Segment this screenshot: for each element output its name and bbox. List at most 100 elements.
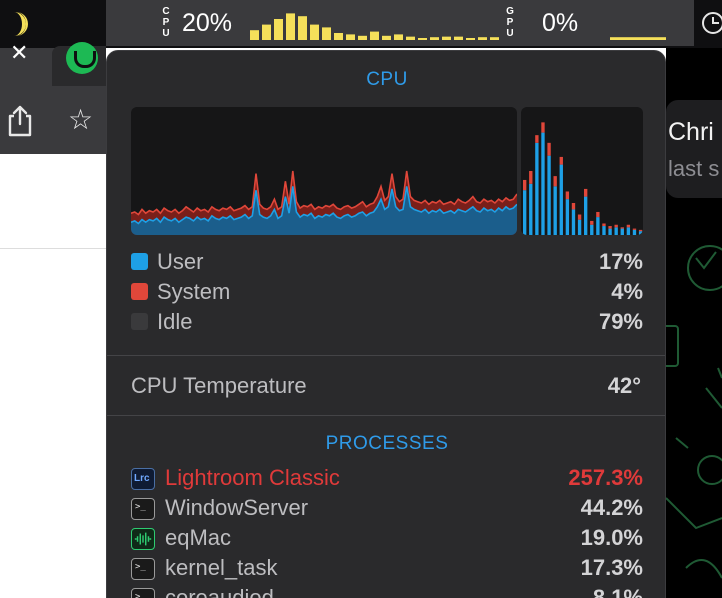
cpu-temperature-label: CPU Temperature <box>131 373 307 398</box>
core-system-bar <box>541 122 545 133</box>
core-user-bar <box>535 142 539 235</box>
core-user-bar <box>559 164 563 235</box>
core-system-bar <box>596 211 600 218</box>
cpu-spark-bar <box>430 37 439 40</box>
core-system-bar <box>632 228 637 230</box>
notification-card[interactable] <box>666 100 722 198</box>
core-user-bar <box>590 224 594 235</box>
gpu-spark-bar <box>626 37 634 40</box>
process-cpu-value: 17.3% <box>580 555 643 580</box>
cpu-spark-bar <box>286 13 295 40</box>
process-row-lightroom[interactable]: Lrc Lightroom Classic 257.3% <box>131 465 643 495</box>
cpu-spark-bar <box>250 30 259 40</box>
core-system-bar <box>620 227 624 229</box>
cpu-sparkline <box>250 13 499 40</box>
core-system-bar <box>559 156 563 165</box>
process-row-windowserver[interactable]: >_ WindowServer 44.2% <box>131 495 643 525</box>
cpu-section-title: CPU <box>366 69 408 90</box>
core-user-bar <box>596 217 600 235</box>
core-user-bar <box>529 183 533 235</box>
legend-idle: Idle 79% <box>131 309 643 335</box>
process-row-eqmac[interactable]: eqMac 19.0% <box>131 525 643 555</box>
gpu-spark-bar <box>642 37 650 40</box>
tab-favicon-icon <box>66 42 98 74</box>
core-system-bar <box>590 220 594 225</box>
core-user-bar <box>584 196 588 235</box>
system-swatch <box>131 283 148 300</box>
core-system-bar <box>638 229 643 232</box>
moon-icon[interactable] <box>12 10 34 38</box>
cpu-history-chart <box>131 107 517 235</box>
core-user-bar <box>547 155 551 235</box>
process-row-coreaudiod[interactable]: >_ coreaudiod 8.1% <box>131 585 643 598</box>
cpu-spark-bar <box>346 34 355 40</box>
wallpaper-doodles <box>666 245 722 579</box>
cpu-spark-bar <box>418 38 427 40</box>
cpu-spark-bar <box>406 36 415 40</box>
cpu-spark-bar <box>322 27 331 40</box>
cpu-spark-bar <box>262 24 271 40</box>
gpu-vertical-label: G P U <box>506 6 514 39</box>
cpu-temperature-value: 42° <box>607 373 641 398</box>
cpu-spark-bar <box>358 35 367 40</box>
process-name: eqMac <box>165 525 232 550</box>
cpu-spark-bar <box>466 38 475 40</box>
idle-swatch <box>131 313 148 330</box>
star-icon[interactable]: ☆ <box>68 104 93 136</box>
process-name: Lightroom Classic <box>165 465 340 490</box>
notification-title: Chri <box>668 118 714 146</box>
cpu-spark-bar <box>298 16 307 40</box>
core-system-bar <box>571 203 576 210</box>
process-cpu-value: 19.0% <box>580 525 643 550</box>
core-system-bar <box>577 214 582 220</box>
web-page-content <box>0 154 106 598</box>
legend-value: 4% <box>611 279 643 304</box>
core-user-bar <box>523 190 527 235</box>
terminal-icon: >_ <box>131 498 155 520</box>
core-user-bar <box>602 226 606 235</box>
legend-value: 79% <box>598 309 643 334</box>
gpu-sparkline <box>610 37 666 40</box>
cpu-stats-popup: CPU User 17% System 4% Idle 79% CPU Temp… <box>106 50 666 598</box>
process-row-kernel-task[interactable]: >_ kernel_task 17.3% <box>131 555 643 585</box>
cpu-spark-bar <box>490 37 499 40</box>
gpu-spark-bar <box>658 37 666 40</box>
core-user-bar <box>565 199 570 235</box>
cpu-vertical-label: C P U <box>162 6 170 39</box>
cpu-spark-bar <box>310 24 319 40</box>
user-swatch <box>131 253 148 270</box>
terminal-icon: >_ <box>131 588 155 598</box>
cpu-cores-chart <box>521 107 643 235</box>
share-icon[interactable] <box>6 104 34 138</box>
clock-icon[interactable] <box>702 12 722 34</box>
core-system-bar <box>584 188 588 197</box>
cpu-percent: 20% <box>182 9 233 37</box>
core-user-bar <box>541 132 545 235</box>
cpu-spark-bar <box>334 33 343 40</box>
core-user-bar <box>626 227 631 235</box>
stats-menubar-widget[interactable]: C P U 20% G P U 0% <box>106 0 694 46</box>
gpu-spark-bar <box>634 37 642 40</box>
legend-label: System <box>157 279 231 304</box>
process-name: kernel_task <box>165 555 278 580</box>
gpu-spark-bar <box>610 37 618 40</box>
core-user-bar <box>620 228 624 235</box>
cpu-spark-bar <box>442 36 451 40</box>
section-divider <box>107 415 665 416</box>
cpu-spark-bar <box>454 36 463 40</box>
legend-user: User 17% <box>131 249 643 275</box>
process-name: WindowServer <box>165 495 309 520</box>
gpu-spark-bar <box>650 37 658 40</box>
core-system-bar <box>523 179 527 191</box>
legend-label: Idle <box>157 309 193 334</box>
core-user-bar <box>614 227 618 235</box>
core-user-bar <box>632 229 637 235</box>
cpu-spark-bar <box>370 31 379 40</box>
gpu-percent: 0% <box>542 9 579 37</box>
notification-subtitle: last s <box>668 156 720 181</box>
eqmac-icon <box>131 528 155 550</box>
core-system-bar <box>553 176 557 187</box>
legend-value: 17% <box>598 249 643 274</box>
tab-close-icon[interactable]: ✕ <box>10 40 28 66</box>
core-user-bar <box>577 219 582 235</box>
